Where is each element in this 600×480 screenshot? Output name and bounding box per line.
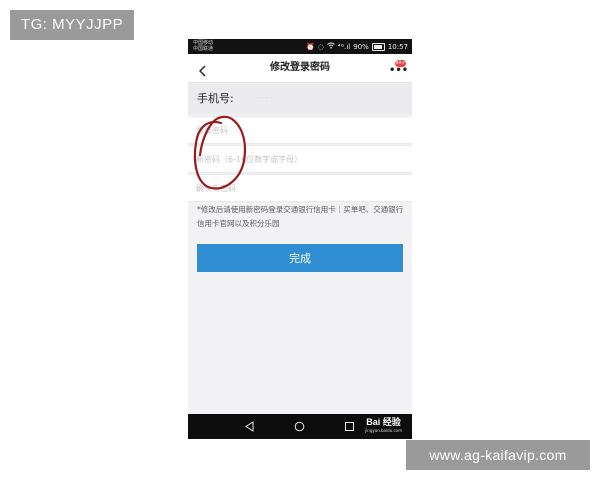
phone-screen: 中国移动 中国联通 ⏰ ◌ ⁴ᴳ.ıl 90% 10:57 修改登录密码 •••…	[188, 39, 412, 439]
carrier-info: 中国移动 中国联通	[193, 40, 213, 52]
phone-number-label: 手机号:	[197, 92, 234, 105]
new-password-input[interactable]	[196, 150, 402, 168]
phone-number-row: 手机号: · · · · ·	[188, 83, 412, 114]
more-menu-button[interactable]: ••• 99+	[388, 60, 409, 76]
nav-recents-icon[interactable]	[344, 421, 355, 432]
more-dots-icon: •••	[389, 65, 409, 76]
baidu-logo-url: jingyan.baidu.com	[365, 428, 402, 433]
notification-badge: 99+	[394, 60, 406, 67]
battery-percent: 90%	[353, 42, 369, 51]
android-nav-bar: Bai 经验 jingyan.baidu.com	[188, 414, 412, 439]
new-password-row	[188, 145, 412, 173]
mute-icon: ◌	[317, 42, 324, 51]
alarm-icon: ⏰	[306, 42, 315, 51]
notice-text: *修改后请使用新密码登录交通银行信用卡｜买单吧、交通银行信用卡官网以及积分乐园	[197, 205, 404, 228]
phone-number-value: · · · · ·	[252, 94, 273, 102]
nav-home-icon[interactable]	[294, 421, 305, 432]
clock-time: 10:57	[387, 42, 408, 51]
login-password-input[interactable]	[196, 121, 402, 139]
confirm-password-row	[188, 174, 412, 202]
battery-icon	[371, 42, 385, 51]
wifi-icon	[327, 42, 335, 51]
confirm-password-input[interactable]	[196, 179, 402, 197]
title-bar: 修改登录密码 ••• 99+	[188, 54, 412, 83]
page-title: 修改登录密码	[270, 62, 330, 73]
baidu-jingyan-logo: Bai 经验 jingyan.baidu.com	[365, 417, 402, 433]
login-password-row	[188, 116, 412, 144]
done-button[interactable]: 完成	[197, 244, 403, 272]
status-icons: ⏰ ◌ ⁴ᴳ.ıl 90% 10:57	[306, 41, 408, 52]
signal-icon: ⁴ᴳ.ıl	[337, 42, 351, 51]
screenshot-canvas: TG: MYYJJPP 中国移动 中国联通 ⏰ ◌ ⁴ᴳ.ıl 90% 10:5…	[0, 0, 600, 480]
watermark-bottom: www.ag-kaifavip.com	[406, 440, 590, 470]
watermark-top: TG: MYYJJPP	[10, 10, 134, 40]
baidu-logo-text: Bai 经验	[366, 417, 401, 427]
status-bar: 中国移动 中国联通 ⏰ ◌ ⁴ᴳ.ıl 90% 10:57	[188, 39, 412, 54]
carrier-line-2: 中国联通	[193, 46, 214, 52]
nav-back-icon[interactable]	[244, 421, 255, 432]
